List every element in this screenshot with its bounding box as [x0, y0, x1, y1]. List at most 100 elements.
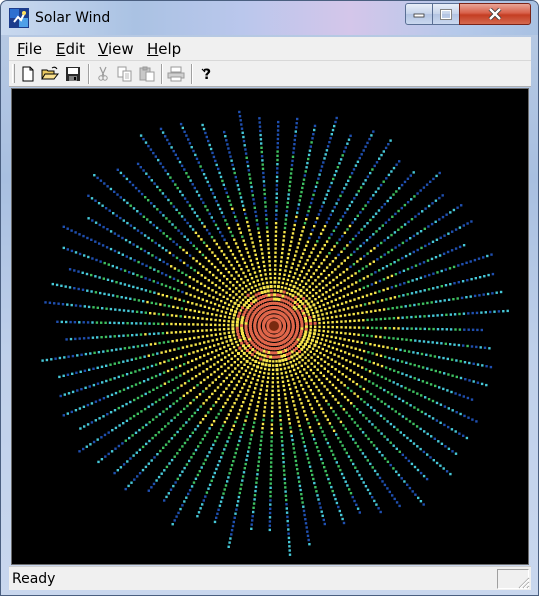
wind-particle [412, 351, 415, 354]
resize-grip-icon[interactable] [516, 575, 530, 589]
wind-particle [192, 330, 195, 333]
wind-particle [268, 511, 272, 515]
wind-particle [276, 142, 279, 145]
wind-particle [200, 290, 203, 293]
wind-particle [201, 438, 204, 441]
wind-particle [308, 426, 312, 429]
wind-particle [343, 287, 346, 290]
wind-particle [230, 380, 233, 383]
wind-particle [351, 283, 354, 286]
wind-particle [237, 364, 240, 367]
wind-particle [276, 154, 279, 157]
wind-particle [214, 284, 218, 287]
wind-particle [301, 406, 305, 409]
wind-particle [121, 404, 124, 408]
help-button[interactable]: ? [197, 64, 217, 84]
wind-particle [306, 365, 310, 368]
wind-particle [366, 252, 369, 255]
menu-file[interactable]: File [16, 40, 43, 58]
wind-particle [398, 271, 402, 274]
wind-particle [422, 186, 426, 189]
menu-edit[interactable]: Edit [55, 40, 86, 58]
wind-particle [364, 145, 367, 148]
wind-particle [338, 362, 341, 366]
open-button[interactable] [40, 64, 60, 84]
wind-particle [297, 420, 300, 423]
toolbar-grip[interactable] [12, 64, 15, 83]
wind-particle [319, 209, 322, 212]
wind-particle [154, 342, 157, 345]
wind-particle [323, 367, 326, 370]
wind-particle [307, 269, 311, 272]
wind-particle [165, 465, 169, 469]
wind-particle [361, 334, 365, 337]
wind-particle [351, 237, 355, 241]
wind-particle [486, 254, 489, 258]
wind-particle [424, 244, 427, 248]
save-button[interactable] [63, 64, 83, 84]
wind-particle [286, 278, 290, 282]
print-button[interactable] [166, 64, 186, 84]
wind-particle [302, 266, 305, 269]
wind-particle [183, 168, 186, 171]
wind-particle [168, 251, 172, 255]
wind-particle [255, 409, 258, 412]
minimize-button[interactable] [405, 3, 433, 25]
wind-particle [343, 384, 346, 387]
wind-particle [436, 328, 440, 331]
wind-particle [268, 524, 271, 527]
app-icon[interactable] [9, 8, 29, 28]
wind-particle [368, 380, 371, 383]
wind-particle [253, 206, 256, 209]
wind-particle [97, 460, 100, 464]
paste-button[interactable] [137, 64, 157, 84]
wind-particle [317, 275, 320, 279]
wind-particle [285, 375, 289, 378]
wind-particle [141, 344, 144, 347]
new-button[interactable] [18, 64, 38, 84]
title-bar[interactable]: Solar Wind [1, 1, 538, 35]
wind-particle [362, 481, 365, 484]
wind-particle [379, 317, 382, 321]
wind-particle [233, 238, 236, 241]
wind-particle [303, 248, 306, 251]
wind-particle [430, 222, 434, 226]
menu-view[interactable]: View [97, 40, 135, 58]
wind-particle [192, 323, 195, 326]
close-button[interactable] [459, 3, 531, 25]
simulation-canvas[interactable] [11, 88, 529, 565]
wind-particle [175, 339, 179, 342]
cut-button[interactable] [93, 64, 113, 84]
wind-particle [277, 355, 281, 359]
wind-particle [208, 271, 212, 274]
wind-particle [330, 133, 333, 136]
wind-particle [289, 361, 292, 364]
copy-button[interactable] [115, 64, 135, 84]
wind-particle [340, 472, 344, 476]
wind-particle [431, 417, 435, 420]
wind-particle [481, 364, 484, 367]
wind-particle [394, 212, 397, 216]
wind-particle [170, 437, 174, 440]
wind-particle [432, 459, 435, 462]
wind-particle [322, 374, 325, 377]
wind-particle [317, 389, 321, 392]
wind-particle [190, 368, 193, 371]
wind-particle [371, 496, 374, 499]
wind-particle [129, 224, 133, 227]
wind-particle [339, 314, 342, 318]
wind-particle [211, 151, 214, 155]
wind-particle [194, 231, 198, 234]
wind-particle [352, 339, 355, 343]
wind-particle [200, 466, 203, 469]
wind-particle [241, 287, 244, 290]
maximize-button[interactable] [432, 3, 460, 25]
wind-particle [307, 385, 310, 388]
wind-particle [434, 256, 438, 259]
wind-particle [346, 307, 350, 310]
menu-help[interactable]: Help [146, 40, 182, 58]
wind-particle [340, 302, 344, 305]
wind-particle [396, 337, 399, 340]
wind-particle [372, 361, 375, 365]
wind-particle [186, 370, 190, 373]
